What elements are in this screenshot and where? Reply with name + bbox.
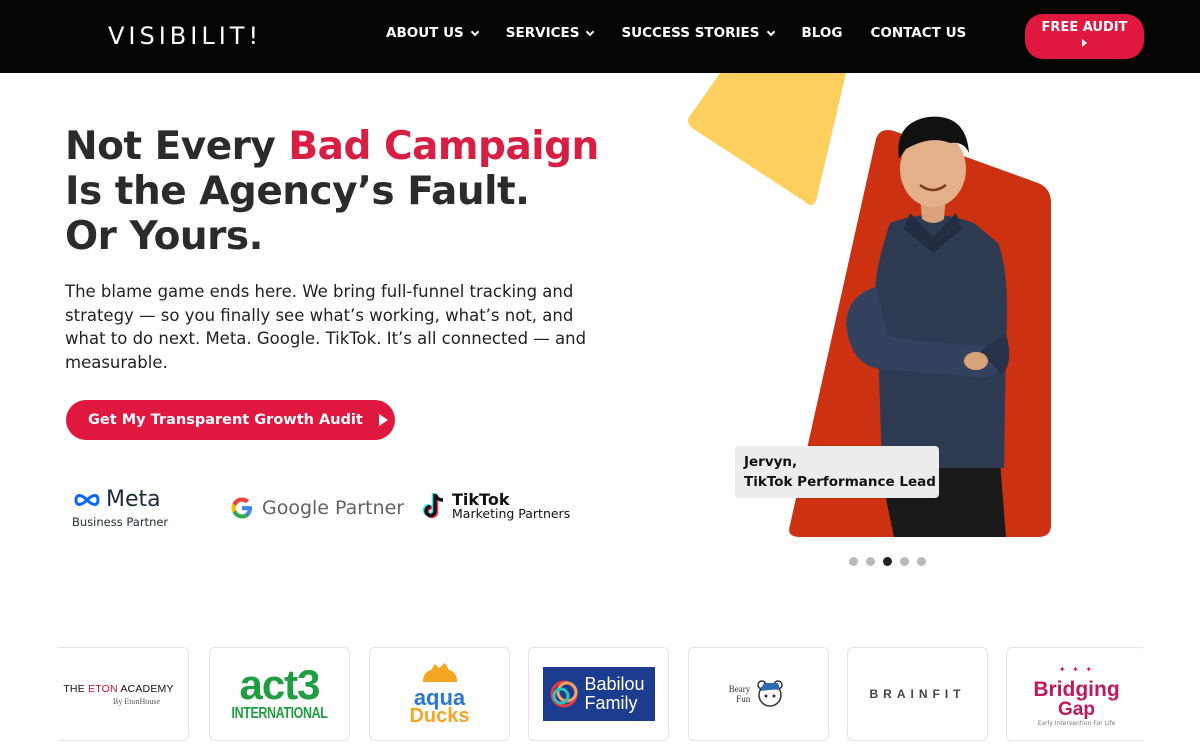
top-navigation-bar: VISIBILIT! ABOUT US SERVICES SUCCESS STO… bbox=[0, 0, 1200, 73]
google-g-icon bbox=[231, 497, 252, 519]
growth-audit-label: Get My Transparent Growth Audit bbox=[88, 412, 363, 428]
babilou-rings-icon bbox=[550, 680, 577, 708]
nav-success-stories-label: SUCCESS STORIES bbox=[621, 25, 760, 41]
gap-text: Gap bbox=[1058, 699, 1095, 720]
bridging-gap-logo: ✦ ✦ ✦ Bridging Gap Early Intervention Fo… bbox=[1033, 665, 1120, 727]
aqua-ducks-logo: aqua Ducks bbox=[409, 662, 470, 727]
tiktok-subtitle: Marketing Partners bbox=[452, 506, 571, 521]
hero-heading: Not Every Bad Campaign Is the Agency’s F… bbox=[65, 124, 625, 259]
carousel-dot-5[interactable] bbox=[917, 557, 926, 566]
yellow-shape bbox=[688, 73, 846, 205]
hero-description: The blame game ends here. We bring full-… bbox=[65, 282, 587, 372]
nav-services-label: SERVICES bbox=[505, 25, 580, 41]
eton-subtitle: By EtonHouse bbox=[113, 696, 160, 706]
fun-text: Fun bbox=[736, 694, 751, 704]
brainfit-logo: BRAINFIT bbox=[869, 687, 966, 701]
google-partner-label: Google Partner bbox=[262, 497, 405, 519]
google-partner-badge: Google Partner bbox=[228, 494, 404, 522]
eton-text-c: ACADEMY bbox=[117, 682, 174, 695]
hero-heading-line2: Is the Agency’s Fault. bbox=[65, 169, 530, 214]
main-nav: ABOUT US SERVICES SUCCESS STORIES BLOG C… bbox=[386, 25, 966, 41]
beary-text: Beary bbox=[728, 684, 751, 694]
eton-text-b: ETON bbox=[88, 682, 118, 695]
bridging-text: Bridging bbox=[1033, 678, 1120, 701]
chevron-down-icon bbox=[586, 27, 595, 36]
client-card-brainfit[interactable]: BRAINFIT bbox=[847, 647, 988, 741]
beary-fun-logo: Beary Fun bbox=[729, 677, 789, 711]
client-card-bridging-gap[interactable]: ✦ ✦ ✦ Bridging Gap Early Intervention Fo… bbox=[1006, 647, 1144, 741]
growth-audit-button[interactable]: Get My Transparent Growth Audit bbox=[66, 400, 395, 440]
chevron-down-icon bbox=[766, 27, 775, 36]
client-card-act3[interactable]: act3 INTERNATIONAL bbox=[209, 647, 350, 741]
client-card-beary-fun[interactable]: Beary Fun bbox=[688, 647, 829, 741]
ducks-text: Ducks bbox=[409, 705, 470, 727]
client-card-eton-academy[interactable]: THE ETON ACADEMY By EtonHouse bbox=[58, 647, 189, 741]
babilou-logo: Babilou Family bbox=[542, 667, 655, 721]
hero-heading-line3: Or Yours. bbox=[65, 214, 263, 259]
act3-logo: act3 INTERNATIONAL bbox=[218, 661, 341, 723]
nav-blog[interactable]: BLOG bbox=[802, 25, 843, 41]
client-logo-strip: THE ETON ACADEMY By EtonHouse act3 INTER… bbox=[58, 647, 1144, 741]
play-arrow-icon bbox=[1082, 39, 1087, 47]
hero-heading-part1: Not Every bbox=[65, 124, 289, 169]
act3-title: act3 bbox=[239, 661, 320, 708]
nav-blog-label: BLOG bbox=[801, 25, 843, 41]
tiktok-note-icon bbox=[422, 493, 444, 519]
bridging-subtitle: Early Intervention For Life bbox=[1037, 720, 1116, 727]
client-card-aqua-ducks[interactable]: aqua Ducks bbox=[369, 647, 510, 741]
carousel-dot-1[interactable] bbox=[849, 557, 858, 566]
nav-success-stories[interactable]: SUCCESS STORIES bbox=[621, 25, 775, 41]
play-arrow-icon bbox=[378, 414, 388, 426]
eton-text-a: THE bbox=[63, 682, 89, 695]
nav-services[interactable]: SERVICES bbox=[505, 25, 595, 41]
babilou-text: Babilou bbox=[584, 674, 645, 694]
carousel-dot-4[interactable] bbox=[900, 557, 909, 566]
client-card-babilou-family[interactable]: Babilou Family bbox=[528, 647, 669, 741]
meta-partner-badge: Meta Business Partner bbox=[72, 487, 168, 529]
free-audit-button[interactable]: FREE AUDIT bbox=[1025, 14, 1144, 59]
person-name: Jervyn, bbox=[744, 454, 798, 470]
tiktok-partner-badge: TikTok Marketing Partners bbox=[420, 491, 570, 523]
person-role: TikTok Performance Lead bbox=[744, 474, 936, 490]
meta-infinity-icon bbox=[74, 493, 100, 506]
carousel-dots bbox=[849, 557, 926, 566]
act3-subtitle: INTERNATIONAL bbox=[231, 705, 328, 722]
person-caption: Jervyn, TikTok Performance Lead bbox=[735, 446, 939, 498]
nav-contact-us-label: CONTACT US bbox=[870, 25, 967, 41]
nav-about-us-label: ABOUT US bbox=[386, 25, 464, 41]
nav-about-us[interactable]: ABOUT US bbox=[386, 25, 480, 41]
meta-subtitle: Business Partner bbox=[72, 515, 169, 529]
tiktok-name: TikTok bbox=[452, 490, 510, 509]
free-audit-label: FREE AUDIT bbox=[1041, 20, 1128, 35]
duck-icon bbox=[422, 663, 457, 682]
bear-icon bbox=[757, 680, 783, 707]
site-logo[interactable]: VISIBILIT! bbox=[108, 22, 262, 50]
family-text: Family bbox=[584, 693, 638, 713]
carousel-dot-2[interactable] bbox=[866, 557, 875, 566]
chevron-down-icon bbox=[470, 27, 480, 36]
meta-name: Meta bbox=[106, 487, 161, 512]
carousel-dot-3[interactable] bbox=[883, 557, 892, 566]
eton-academy-logo: THE ETON ACADEMY By EtonHouse bbox=[63, 683, 173, 706]
hero-heading-accent: Bad Campaign bbox=[288, 124, 599, 169]
nav-contact-us[interactable]: CONTACT US bbox=[870, 25, 966, 41]
